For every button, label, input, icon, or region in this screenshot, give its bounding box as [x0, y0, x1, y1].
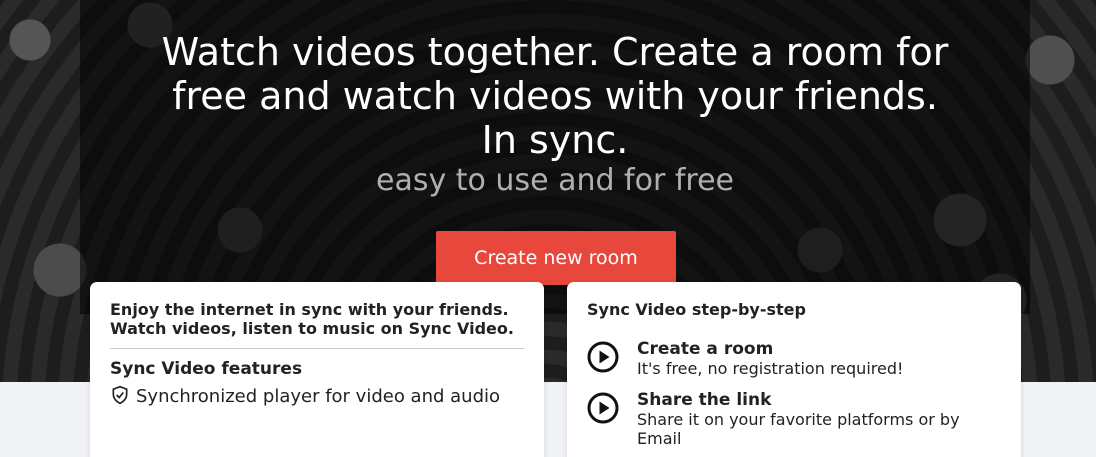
features-title: Sync Video features [110, 359, 303, 379]
play-circle-icon [587, 341, 619, 373]
step-title: Share the link [637, 390, 772, 410]
play-circle-icon [587, 392, 619, 424]
features-intro: Enjoy the internet in sync with your fri… [110, 300, 524, 349]
step-description: It's free, no registration required! [637, 359, 904, 378]
hero-subtitle: easy to use and for free [376, 163, 734, 198]
feature-item-label: Synchronized player for video and audio [136, 386, 501, 407]
step-create-room: Create a room It's free, no registration… [587, 339, 1001, 378]
step-share-link: Share the link Share it on your favorite… [587, 390, 1001, 448]
step-title: Create a room [637, 339, 774, 359]
create-room-button[interactable]: Create new room [436, 231, 676, 285]
hero-title: Watch videos together. Create a room for… [161, 30, 949, 162]
feature-item: Synchronized player for video and audio [110, 385, 524, 409]
step-description: Share it on your favorite platforms or b… [637, 410, 960, 448]
features-card: Enjoy the internet in sync with your fri… [90, 282, 544, 457]
shield-check-icon [112, 385, 128, 405]
steps-card: Sync Video step-by-step Create a room It… [567, 282, 1021, 457]
step-text: Share the link Share it on your favorite… [637, 390, 1001, 448]
steps-title: Sync Video step-by-step [587, 300, 806, 319]
step-text: Create a room It's free, no registration… [637, 339, 903, 378]
